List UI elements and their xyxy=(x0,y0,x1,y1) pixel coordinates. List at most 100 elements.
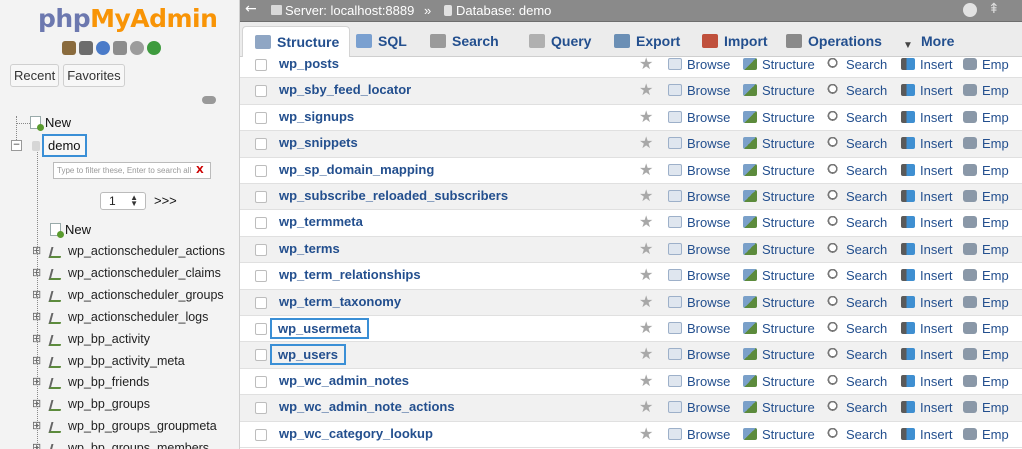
recent-tab[interactable]: Recent xyxy=(10,64,60,87)
table-name-link[interactable]: wp_wc_admin_notes xyxy=(278,371,410,390)
tab-structure[interactable]: Structure xyxy=(242,26,351,57)
table-name-link[interactable]: wp_term_relationships xyxy=(278,265,422,284)
favorite-star-icon[interactable]: ★ xyxy=(639,135,653,151)
home-icon[interactable] xyxy=(62,41,76,55)
structure-link[interactable]: Structure xyxy=(743,400,815,415)
row-checkbox[interactable] xyxy=(255,111,267,124)
row-checkbox[interactable] xyxy=(255,191,267,203)
structure-link[interactable]: Structure xyxy=(743,163,815,178)
structure-link[interactable]: Structure xyxy=(743,189,815,204)
favorite-star-icon[interactable]: ★ xyxy=(639,188,653,204)
empty-link[interactable]: Emp xyxy=(963,57,1009,72)
expand-icon[interactable]: ⊞ xyxy=(32,355,42,366)
table-name-link[interactable]: wp_usermeta xyxy=(270,318,370,339)
expand-icon[interactable]: ⊞ xyxy=(32,246,42,257)
search-link[interactable]: Search xyxy=(827,295,887,310)
link-with-main-icon[interactable] xyxy=(202,96,216,104)
tab-operations[interactable]: Operations xyxy=(780,26,888,57)
new-database-link[interactable]: New xyxy=(30,115,71,131)
expand-icon[interactable]: ⊞ xyxy=(32,333,42,344)
table-name-link[interactable]: wp_users xyxy=(270,344,346,366)
structure-link[interactable]: Structure xyxy=(743,136,815,151)
breadcrumb-database[interactable]: Database: demo xyxy=(456,3,551,18)
row-checkbox[interactable] xyxy=(255,85,267,98)
search-link[interactable]: Search xyxy=(827,163,887,178)
empty-link[interactable]: Emp xyxy=(963,347,1009,362)
favorite-star-icon[interactable]: ★ xyxy=(639,372,653,389)
collapse-demo-icon[interactable]: − xyxy=(11,140,22,151)
search-link[interactable]: Search xyxy=(827,57,887,72)
structure-link[interactable]: Structure xyxy=(743,295,815,310)
structure-link[interactable]: Structure xyxy=(743,427,815,442)
browse-link[interactable]: Browse xyxy=(668,242,730,257)
search-link[interactable]: Search xyxy=(827,215,887,230)
browse-link[interactable]: Browse xyxy=(668,110,730,125)
table-name-link[interactable]: wp_snippets xyxy=(278,133,359,152)
favorite-star-icon[interactable]: ★ xyxy=(639,425,653,442)
insert-link[interactable]: Insert xyxy=(901,215,953,230)
browse-link[interactable]: Browse xyxy=(668,374,730,389)
table-name-link[interactable]: wp_termmeta xyxy=(278,212,364,231)
settings-gear-icon[interactable] xyxy=(963,3,977,17)
search-link[interactable]: Search xyxy=(827,374,887,389)
reload-icon[interactable] xyxy=(147,41,161,55)
structure-link[interactable]: Structure xyxy=(743,374,815,389)
search-link[interactable]: Search xyxy=(827,83,887,98)
browse-link[interactable]: Browse xyxy=(668,400,730,415)
search-link[interactable]: Search xyxy=(827,110,887,125)
tab-sql[interactable]: SQL xyxy=(350,26,413,57)
new-table-link[interactable]: New xyxy=(50,222,91,238)
table-name-link[interactable]: wp_signups xyxy=(278,107,355,126)
favorite-star-icon[interactable]: ★ xyxy=(639,399,653,415)
tab-import[interactable]: Import xyxy=(696,26,774,57)
insert-link[interactable]: Insert xyxy=(901,347,953,362)
next-page-link[interactable]: >>> xyxy=(154,193,177,208)
row-checkbox[interactable] xyxy=(255,402,267,415)
table-name-link[interactable]: wp_term_taxonomy xyxy=(278,292,402,311)
table-name-link[interactable]: wp_subscribe_reloaded_subscribers xyxy=(278,186,509,205)
structure-link[interactable]: Structure xyxy=(743,321,815,336)
insert-link[interactable]: Insert xyxy=(901,242,953,257)
search-link[interactable]: Search xyxy=(827,321,887,336)
row-checkbox[interactable] xyxy=(255,59,267,71)
row-checkbox[interactable] xyxy=(255,164,267,177)
expand-icon[interactable]: ⊞ xyxy=(32,421,42,432)
insert-link[interactable]: Insert xyxy=(901,374,953,389)
browse-link[interactable]: Browse xyxy=(668,268,730,283)
structure-link[interactable]: Structure xyxy=(743,110,815,125)
favorite-star-icon[interactable]: ★ xyxy=(639,214,653,230)
expand-icon[interactable]: ⊞ xyxy=(32,289,42,300)
insert-link[interactable]: Insert xyxy=(901,110,953,125)
structure-link[interactable]: Structure xyxy=(743,347,815,362)
empty-link[interactable]: Emp xyxy=(963,400,1009,415)
insert-link[interactable]: Insert xyxy=(901,136,953,151)
search-link[interactable]: Search xyxy=(827,400,887,415)
tab-query[interactable]: Query xyxy=(523,26,597,57)
browse-link[interactable]: Browse xyxy=(668,189,730,204)
table-name-link[interactable]: wp_wc_admin_note_actions xyxy=(278,397,456,416)
browse-link[interactable]: Browse xyxy=(668,427,730,442)
favorite-star-icon[interactable]: ★ xyxy=(639,161,653,178)
search-link[interactable]: Search xyxy=(827,268,887,283)
row-checkbox[interactable] xyxy=(255,217,267,230)
insert-link[interactable]: Insert xyxy=(901,163,953,178)
tab-more[interactable]: ▼ More xyxy=(897,26,960,57)
structure-link[interactable]: Structure xyxy=(743,268,815,283)
empty-link[interactable]: Emp xyxy=(963,374,1009,389)
tab-export[interactable]: Export xyxy=(608,26,686,57)
table-name-link[interactable]: wp_posts xyxy=(278,57,340,73)
browse-link[interactable]: Browse xyxy=(668,163,730,178)
structure-link[interactable]: Structure xyxy=(743,83,815,98)
back-arrow-icon[interactable]: ← xyxy=(245,1,257,17)
table-name-link[interactable]: wp_wc_category_lookup xyxy=(278,424,434,443)
insert-link[interactable]: Insert xyxy=(901,57,953,72)
favorite-star-icon[interactable]: ★ xyxy=(639,267,653,283)
browse-link[interactable]: Browse xyxy=(668,295,730,310)
insert-link[interactable]: Insert xyxy=(901,295,953,310)
empty-link[interactable]: Emp xyxy=(963,136,1009,151)
favorite-star-icon[interactable]: ★ xyxy=(639,108,653,125)
row-checkbox[interactable] xyxy=(255,323,267,335)
empty-link[interactable]: Emp xyxy=(963,268,1009,283)
insert-link[interactable]: Insert xyxy=(901,83,953,98)
empty-link[interactable]: Emp xyxy=(963,242,1009,257)
